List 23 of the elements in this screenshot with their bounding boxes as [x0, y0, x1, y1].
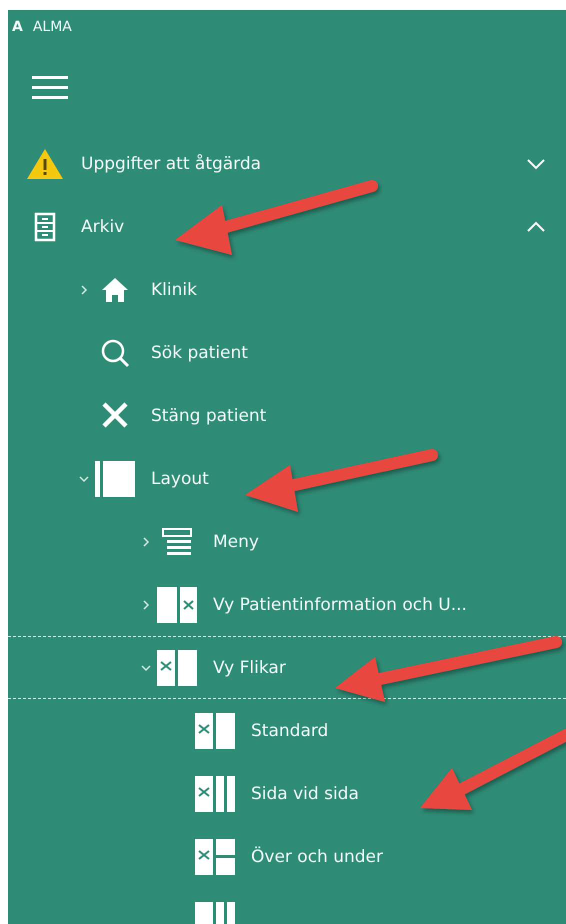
pane-icon	[157, 586, 197, 622]
menu-item-label[interactable]: Vy Patientinformation och U...	[213, 594, 467, 614]
app-logo: A	[12, 19, 23, 35]
pane-icon	[195, 712, 235, 748]
split-pane-icon	[195, 838, 235, 874]
menu-item-label[interactable]: Arkiv	[81, 216, 124, 236]
menu-item-label[interactable]: Sida vid sida	[251, 784, 359, 804]
pane-icon	[157, 650, 197, 686]
chevron-up-icon[interactable]	[526, 220, 546, 232]
menu-item-label[interactable]: Över och under	[251, 846, 384, 866]
menu-item-label[interactable]: Sök patient	[151, 342, 248, 362]
columns-icon	[195, 776, 235, 812]
menu-item-label[interactable]: Klinik	[151, 280, 197, 300]
panel-icon	[95, 460, 135, 496]
menu-item-label[interactable]: Meny	[213, 532, 259, 552]
menu-item-label[interactable]: Layout	[151, 468, 209, 488]
menu-item-label[interactable]: Stäng patient	[151, 406, 266, 426]
app-title: ALMA	[32, 19, 72, 35]
chevron-down-icon[interactable]	[526, 158, 546, 170]
menu-icon[interactable]	[32, 75, 68, 101]
menu-item-label[interactable]: Vy Flikar	[213, 658, 286, 678]
menu-item-label[interactable]: Uppgifter att åtgärda	[81, 154, 262, 174]
menu-item-label[interactable]: Standard	[251, 720, 328, 740]
